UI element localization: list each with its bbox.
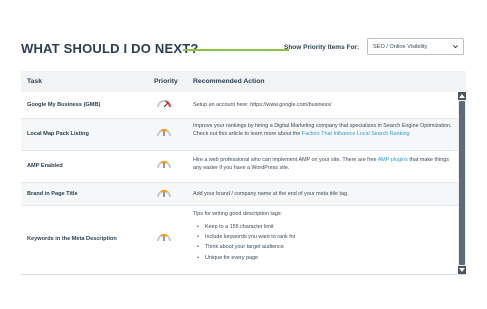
column-header-priority: Priority (154, 78, 178, 85)
task-name: Brand in Page Title (27, 191, 78, 197)
page-title: WHAT SHOULD I DO NEXT? (21, 41, 199, 56)
table-row: Keywords in the Meta Description Tips fo… (21, 206, 458, 276)
scrollbar-thumb[interactable] (459, 101, 465, 265)
table-row: Local Map Pack Listing Improve your rank… (21, 119, 458, 151)
scroll-down-arrow-icon[interactable] (458, 266, 466, 274)
next-steps-header: WHAT SHOULD I DO NEXT? Show Priority Ite… (21, 38, 466, 62)
title-accent-line (183, 49, 289, 51)
column-header-task: Task (27, 78, 42, 85)
table-row: Brand in Page Title Add your brand / com… (21, 183, 458, 206)
recommended-action: Setup an account here: https://www.googl… (193, 102, 332, 108)
priority-gauge-icon (157, 161, 171, 169)
priority-gauge-icon (157, 129, 171, 137)
table-body: Google My Business (GMB) Setup an accoun… (21, 92, 458, 276)
table-row: AMP Enabled Hire a web professional who … (21, 151, 458, 183)
list-item: Include keywords you want to rank for (193, 232, 455, 243)
recommended-action: Tips for writing good description tags: … (193, 211, 455, 264)
tips-intro: Tips for writing good description tags: (193, 211, 283, 217)
chevron-down-icon (453, 45, 458, 49)
task-name: AMP Enabled (27, 163, 63, 169)
list-item: Think about your target audience (193, 242, 455, 253)
list-item: Unique for every page (193, 253, 455, 264)
priority-filter-label: Show Priority Items For: (284, 44, 360, 51)
priority-filter-select[interactable]: SEO / Online Visibility (367, 38, 464, 55)
task-name: Keywords in the Meta Description (27, 236, 117, 242)
task-name: Google My Business (GMB) (27, 102, 101, 108)
recommendations-table: Task Priority Recommended Action Google … (21, 71, 466, 275)
recommended-action: Hire a web professional who can implemen… (193, 157, 449, 171)
recommended-action: Add your brand / company name at the end… (193, 191, 349, 197)
table-row: Google My Business (GMB) Setup an accoun… (21, 92, 458, 119)
amp-plugins-link[interactable]: AMP plugins (378, 157, 408, 163)
recommended-action: Improve your rankings by hiring a Digita… (193, 123, 452, 137)
local-ranking-factors-link[interactable]: Factors That Influence Local Search Rank… (302, 131, 410, 137)
tips-list: Keep to a 155 character limit Include ke… (193, 222, 455, 264)
scroll-up-arrow-icon[interactable] (458, 92, 466, 100)
priority-gauge-icon (157, 234, 171, 242)
table-scrollbar[interactable] (458, 92, 466, 274)
column-header-action: Recommended Action (193, 78, 265, 85)
list-item: Keep to a 155 character limit (193, 222, 455, 233)
priority-gauge-icon (157, 100, 171, 108)
priority-gauge-icon (157, 190, 171, 198)
task-name: Local Map Pack Listing (27, 131, 89, 137)
priority-filter-value: SEO / Online Visibility (373, 44, 428, 50)
table-header: Task Priority Recommended Action (21, 71, 466, 92)
